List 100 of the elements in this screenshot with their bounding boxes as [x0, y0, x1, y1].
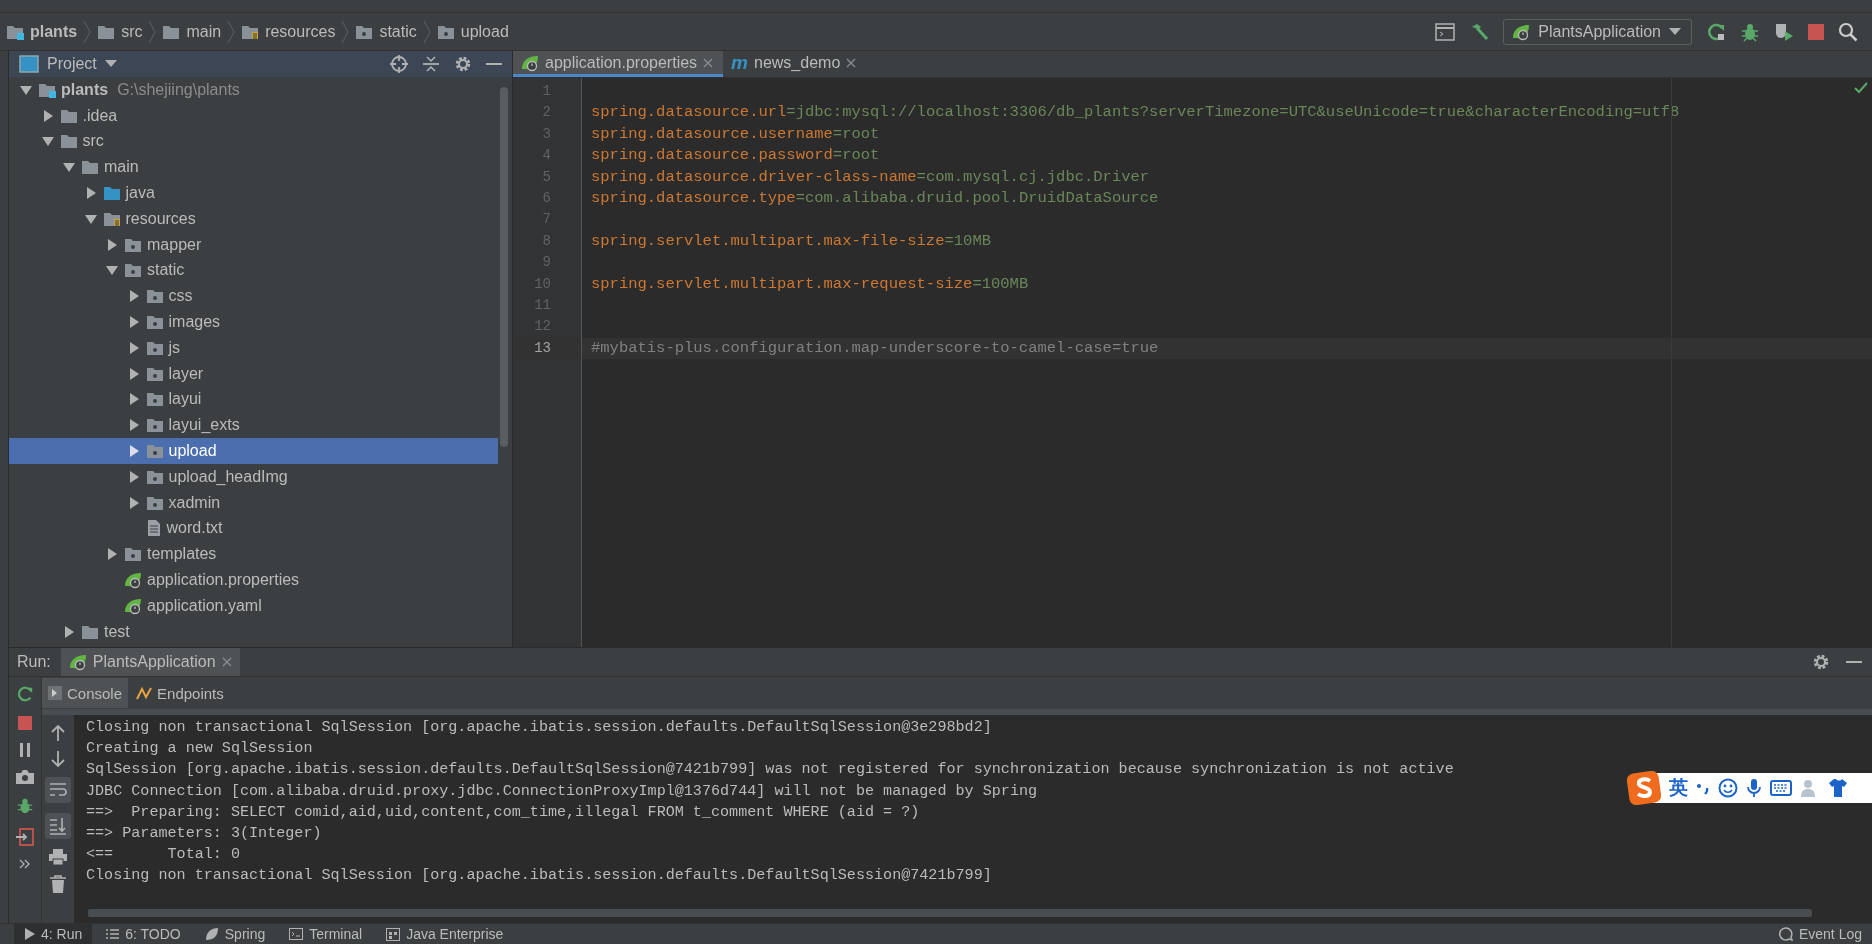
breadcrumb-item[interactable]: upload [430, 22, 515, 41]
minimize-icon[interactable] [1846, 660, 1862, 664]
smiley-icon[interactable] [1718, 778, 1738, 798]
bug-icon[interactable] [16, 797, 34, 815]
stop-icon[interactable] [1808, 23, 1824, 40]
collapsed-arrow-icon[interactable] [127, 316, 140, 329]
tree-item[interactable]: layui_exts [9, 412, 498, 439]
chevron-icon [341, 18, 350, 45]
breadcrumb-item[interactable]: resources [235, 22, 342, 41]
tree-item[interactable]: layer [9, 360, 498, 387]
expanded-arrow-icon[interactable] [20, 83, 32, 96]
collapsed-arrow-icon[interactable] [106, 548, 118, 561]
tree-item[interactable]: application.yaml [9, 592, 498, 619]
coverage-icon[interactable] [1774, 21, 1794, 42]
input-mode-label[interactable]: 英 [1669, 775, 1688, 801]
trash-icon[interactable] [50, 875, 66, 893]
breadcrumb-item[interactable]: plants [0, 22, 84, 41]
settings-icon[interactable] [454, 55, 472, 73]
tree-item[interactable]: plants G:\shejiing\plants [9, 77, 498, 103]
caret-icon[interactable] [104, 60, 117, 68]
collapsed-arrow-icon[interactable] [106, 238, 118, 251]
rerun-icon[interactable] [16, 685, 34, 703]
bug-icon[interactable] [1740, 21, 1760, 42]
expanded-arrow-icon[interactable] [106, 264, 118, 277]
tool-window-button[interactable]: 4: Run [14, 924, 93, 944]
scroll-to-end-icon[interactable] [45, 813, 71, 839]
collapsed-arrow-icon[interactable] [127, 445, 140, 458]
shirt-icon[interactable] [1828, 778, 1848, 798]
leaf-icon [204, 927, 219, 941]
tree-item[interactable]: js [9, 334, 498, 361]
run-tab[interactable]: PlantsApplication [60, 648, 240, 676]
terminal-icon [289, 928, 304, 940]
keyboard-icon[interactable] [1770, 780, 1792, 796]
exit-icon[interactable] [16, 828, 34, 846]
tree-item[interactable]: java [9, 180, 498, 206]
camera-icon[interactable] [16, 770, 34, 784]
collapsed-arrow-icon[interactable] [127, 393, 140, 406]
tree-item[interactable]: templates [9, 541, 498, 568]
down-arrow-icon[interactable] [51, 751, 65, 767]
tree-item[interactable]: xadmin [9, 489, 498, 516]
tree-item[interactable]: layui [9, 386, 498, 413]
tool-window-button[interactable]: Spring [194, 924, 276, 944]
collapsed-arrow-icon[interactable] [84, 187, 97, 200]
panel-title[interactable]: Project [47, 55, 97, 73]
collapsed-arrow-icon[interactable] [127, 290, 140, 303]
collapsed-arrow-icon[interactable] [63, 625, 75, 638]
scrollbar[interactable] [88, 909, 1812, 917]
window-icon[interactable] [1435, 22, 1456, 41]
expanded-arrow-icon[interactable] [84, 212, 97, 225]
tree-item[interactable]: test [9, 618, 498, 645]
tree-item[interactable]: css [9, 283, 498, 310]
tool-window-button[interactable]: Terminal [279, 924, 373, 944]
console-tab[interactable]: Endpoints [130, 678, 230, 708]
expanded-arrow-icon[interactable] [63, 161, 75, 174]
tree-item[interactable]: src [9, 128, 498, 155]
collapse-icon[interactable] [422, 55, 440, 73]
collapsed-arrow-icon[interactable] [127, 470, 140, 483]
event-log-button[interactable]: Event Log [1768, 924, 1872, 944]
close-icon[interactable] [846, 57, 857, 68]
tree-item[interactable]: mapper [9, 231, 498, 258]
tree-item[interactable]: upload_headImg [9, 463, 498, 490]
editor-tab[interactable]: application.properties [513, 51, 724, 77]
tree-item[interactable]: main [9, 154, 498, 181]
run-configuration-dropdown[interactable]: PlantsApplication [1503, 18, 1692, 45]
search-icon[interactable] [1838, 21, 1858, 42]
microphone-icon[interactable] [1746, 778, 1762, 798]
tree-item[interactable]: resources [9, 206, 498, 232]
minimize-icon[interactable] [486, 62, 502, 66]
pause-icon[interactable] [18, 743, 32, 757]
print-icon[interactable] [49, 849, 67, 865]
tool-window-button[interactable]: 6: TODO [96, 924, 191, 944]
collapsed-arrow-icon[interactable] [127, 496, 140, 509]
breadcrumb-item[interactable]: static [349, 22, 423, 41]
breadcrumb-item[interactable]: src [91, 22, 149, 41]
collapsed-arrow-icon[interactable] [127, 419, 140, 432]
tree-item[interactable]: .idea [9, 102, 498, 129]
tool-window-button[interactable]: Java Enterprise [376, 924, 514, 944]
settings-icon[interactable] [1812, 653, 1830, 671]
tree-item[interactable]: upload [9, 438, 498, 464]
scrollbar[interactable] [500, 87, 508, 447]
breadcrumb-item[interactable]: main [156, 22, 228, 41]
folder-icon [145, 288, 164, 305]
tree-item[interactable]: application.properties [9, 567, 498, 593]
console-tab[interactable]: Console [42, 678, 129, 708]
editor-tab[interactable]: m news_demo [723, 51, 867, 77]
up-arrow-icon[interactable] [51, 725, 65, 741]
tree-item[interactable]: static [9, 257, 498, 284]
crosshair-icon[interactable] [390, 55, 408, 73]
tree-item[interactable]: images [9, 309, 498, 335]
collapsed-arrow-icon[interactable] [41, 109, 54, 122]
double-chevron-icon[interactable] [19, 859, 31, 869]
expanded-arrow-icon[interactable] [41, 135, 54, 148]
logo-icon[interactable] [1627, 771, 1661, 805]
tree-item[interactable]: word.txt [9, 515, 498, 542]
folder-icon [145, 365, 164, 382]
wrap-icon[interactable] [45, 777, 71, 803]
collapsed-arrow-icon[interactable] [127, 341, 140, 354]
rerun-icon[interactable] [1706, 21, 1726, 42]
collapsed-arrow-icon[interactable] [127, 367, 140, 380]
folder-icon [59, 133, 78, 150]
